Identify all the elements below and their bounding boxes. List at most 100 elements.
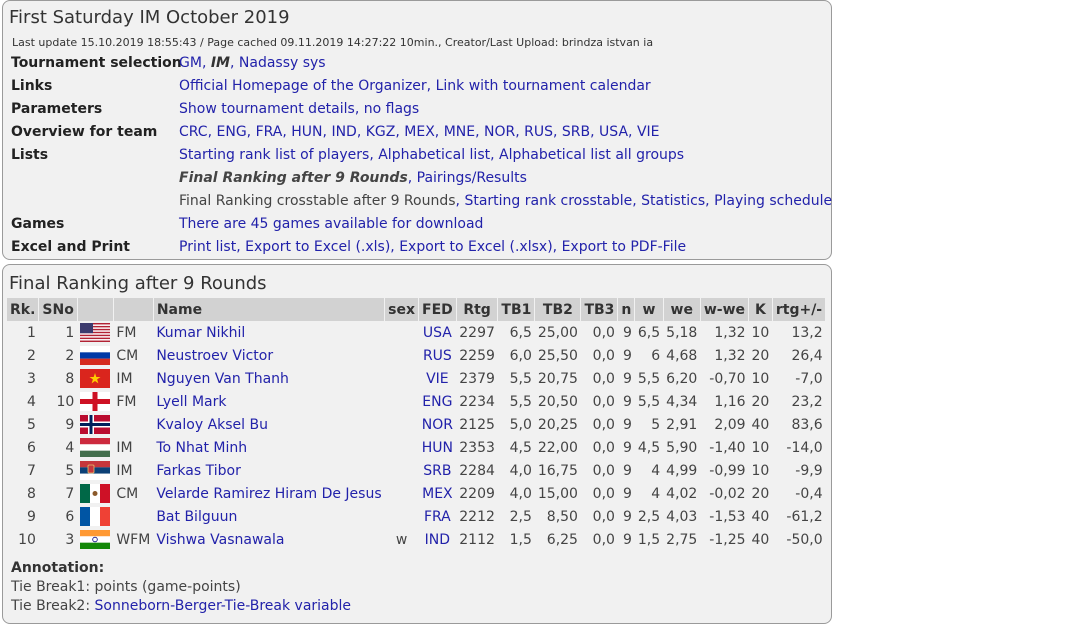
federation-link[interactable]: VIE — [426, 371, 449, 387]
federation-link[interactable]: SRB — [423, 463, 451, 479]
cell-tb1: 4,0 — [509, 485, 532, 502]
link-tournament-calendar[interactable]: Link with tournament calendar — [436, 78, 651, 94]
federation-link[interactable]: ENG — [422, 394, 452, 410]
player-name-link[interactable]: Vishwa Vasnawala — [156, 532, 284, 548]
link-starting-rank[interactable]: Starting rank list of players — [179, 147, 369, 163]
team-links: CRC, ENG, FRA, HUN, IND, KGZ, MEX, MNE, … — [179, 124, 660, 140]
table-row: 6 4 IM To Nhat Minh HUN 2353 4,5 22,00 0,0 9 4,5 5,… — [7, 436, 826, 459]
link-export-xls[interactable]: Export to Excel (.xls) — [245, 239, 390, 255]
cell-rk: 6 — [27, 439, 36, 456]
col-n-header: n — [617, 298, 636, 321]
cell-title: FM — [116, 324, 137, 341]
link-nadassy[interactable]: Nadassy sys — [239, 55, 326, 71]
flag-ind-icon — [77, 528, 113, 551]
cell-fed: ENG — [419, 390, 457, 413]
cell-tb3: 0,0 — [592, 347, 615, 364]
col-we-header: we — [663, 298, 701, 321]
player-name-link[interactable]: Farkas Tibor — [156, 463, 241, 479]
flag-mex-icon — [77, 482, 113, 505]
link-games-download[interactable]: There are 45 games available for downloa… — [179, 216, 483, 232]
cell-title: IM — [116, 370, 133, 387]
col-w-header: w — [634, 298, 664, 321]
row-links: Links Official Homepage of the Organizer,… — [11, 75, 832, 98]
team-link-fra[interactable]: FRA — [256, 124, 283, 140]
player-name-link[interactable]: Nguyen Van Thanh — [156, 371, 289, 387]
link-starting-crosstable[interactable]: Starting rank crosstable — [464, 193, 632, 209]
cell-tb1: 5,5 — [509, 393, 532, 410]
cell-k: 10 — [751, 324, 770, 341]
link-print-list[interactable]: Print list — [179, 239, 236, 255]
cell-rtg: 2297 — [459, 324, 495, 341]
cell-tb3: 0,0 — [592, 531, 615, 548]
link-gm[interactable]: GM — [179, 55, 202, 71]
federation-link[interactable]: HUN — [422, 440, 453, 456]
link-alphabetical-all[interactable]: Alphabetical list all groups — [499, 147, 684, 163]
cell-sno: 1 — [65, 324, 75, 341]
tie-break-2: Tie Break2: Sonneborn-Berger-Tie-Break v… — [11, 598, 352, 614]
team-link-usa[interactable]: USA — [599, 124, 628, 140]
player-name-link[interactable]: To Nhat Minh — [156, 440, 247, 456]
cell-rk: 4 — [27, 393, 36, 410]
cell-tb1: 4,5 — [509, 439, 532, 456]
link-statistics[interactable]: Statistics — [641, 193, 705, 209]
flag-rus-icon — [77, 344, 113, 367]
table-row: 10 3 WFM Vishwa Vasnawala w IND 2112 1,5 6,25 0,0… — [7, 528, 826, 551]
federation-link[interactable]: NOR — [422, 417, 453, 433]
federation-link[interactable]: IND — [425, 532, 450, 548]
label-parameters: Parameters — [11, 101, 103, 117]
team-link-crc[interactable]: CRC — [179, 124, 208, 140]
cell-rk: 2 — [27, 347, 36, 364]
cell-we: 5,90 — [666, 439, 698, 456]
team-link-hun[interactable]: HUN — [291, 124, 322, 140]
federation-link[interactable]: FRA — [424, 509, 451, 525]
link-show-details[interactable]: Show tournament details — [179, 101, 355, 117]
federation-link[interactable]: USA — [423, 325, 452, 341]
link-official-homepage[interactable]: Official Homepage of the Organizer — [179, 78, 427, 94]
team-link-mne[interactable]: MNE — [444, 124, 475, 140]
cell-sex: w — [395, 531, 408, 548]
player-name-link[interactable]: Lyell Mark — [156, 394, 226, 410]
team-link-vie[interactable]: VIE — [637, 124, 660, 140]
cell-rtgd: 13,2 — [791, 324, 823, 341]
cell-w: 4 — [651, 462, 661, 479]
table-row: 1 1 FM Kumar Nikhil USA 2297 6,5 25,00 0,0 9 6,5 5,… — [7, 321, 826, 344]
team-link-mex[interactable]: MEX — [404, 124, 435, 140]
cell-sex — [385, 459, 419, 482]
cell-n: 9 — [622, 462, 632, 479]
federation-link[interactable]: RUS — [423, 348, 452, 364]
link-sonneborn-berger[interactable]: Sonneborn-Berger-Tie-Break variable — [95, 598, 352, 614]
team-link-rus[interactable]: RUS — [524, 124, 553, 140]
cell-we: 2,75 — [666, 531, 698, 548]
team-link-srb[interactable]: SRB — [562, 124, 590, 140]
cell-tb3: 0,0 — [592, 370, 615, 387]
cell-fed: NOR — [419, 413, 457, 436]
cell-w: 5,5 — [637, 370, 661, 387]
label-lists: Lists — [11, 147, 49, 163]
player-name-link[interactable]: Bat Bilguun — [156, 509, 237, 525]
cell-fed: RUS — [419, 344, 457, 367]
flag-eng-icon — [77, 390, 113, 413]
col-tb3-header: TB3 — [580, 298, 619, 321]
team-link-ind[interactable]: IND — [331, 124, 356, 140]
link-no-flags[interactable]: no flags — [364, 101, 419, 117]
team-link-kgz[interactable]: KGZ — [366, 124, 396, 140]
link-export-pdf[interactable]: Export to PDF-File — [562, 239, 687, 255]
cell-rtg: 2379 — [459, 370, 495, 387]
team-link-eng[interactable]: ENG — [217, 124, 247, 140]
label-excel-print: Excel and Print — [11, 239, 130, 255]
link-pairings[interactable]: Pairings/Results — [417, 170, 527, 186]
player-name-link[interactable]: Kvaloy Aksel Bu — [156, 417, 268, 433]
cell-tb1: 4,0 — [509, 462, 532, 479]
link-export-xlsx[interactable]: Export to Excel (.xlsx) — [399, 239, 552, 255]
row-overview-team: Overview for team CRC, ENG, FRA, HUN, IND… — [11, 121, 832, 144]
federation-link[interactable]: MEX — [422, 486, 453, 502]
player-name-link[interactable]: Kumar Nikhil — [156, 325, 245, 341]
cell-k: 20 — [751, 347, 770, 364]
player-name-link[interactable]: Neustroev Victor — [156, 348, 273, 364]
row-parameters: Parameters Show tournament details, no fl… — [11, 98, 832, 121]
link-playing-schedule[interactable]: Playing schedule — [714, 193, 832, 209]
cell-name: Kumar Nikhil — [153, 321, 384, 344]
team-link-nor[interactable]: NOR — [484, 124, 515, 140]
player-name-link[interactable]: Velarde Ramirez Hiram De Jesus — [156, 486, 381, 502]
link-alphabetical-list[interactable]: Alphabetical list — [378, 147, 490, 163]
